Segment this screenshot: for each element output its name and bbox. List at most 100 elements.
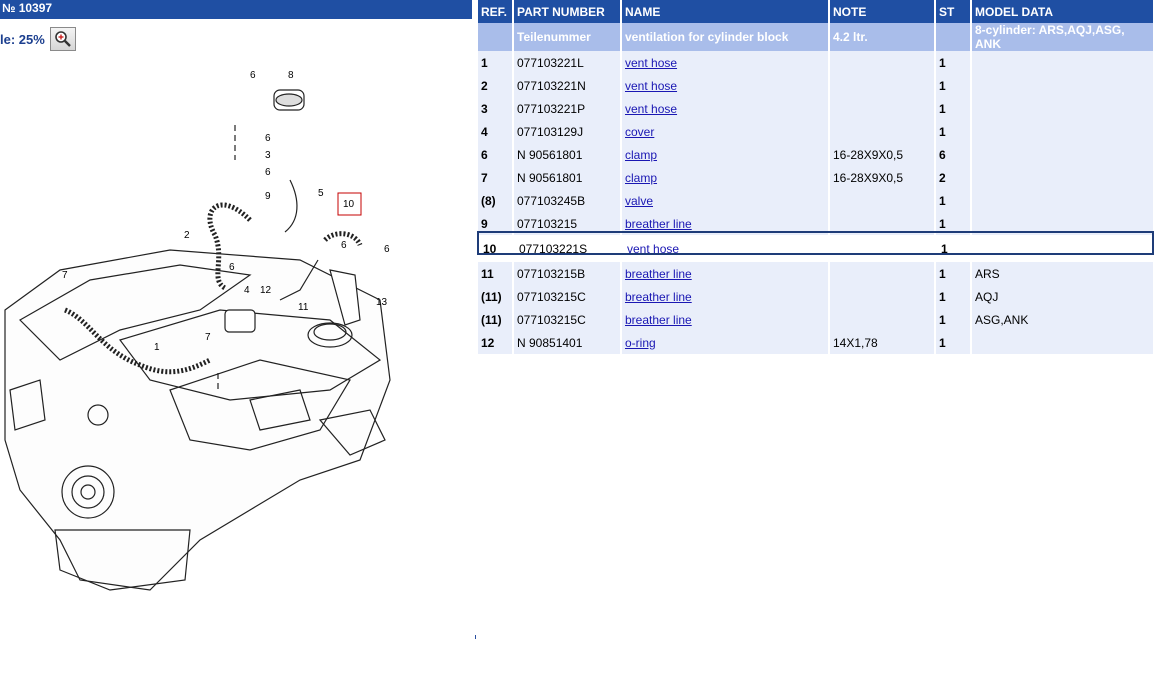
cell-note (830, 212, 934, 235)
cell-note: 16-28X9X0,5 (830, 166, 934, 189)
sub-name: ventilation for cylinder block (622, 23, 828, 51)
table-row[interactable]: (11) 077103215C breather line 1 ASG,ANK (478, 308, 1153, 331)
svg-text:9: 9 (265, 191, 271, 202)
svg-text:2: 2 (184, 230, 190, 241)
svg-text:1: 1 (154, 342, 160, 353)
col-note: NOTE (830, 0, 934, 23)
cell-part: 077103129J (514, 120, 620, 143)
part-name-link[interactable]: clamp (625, 171, 657, 185)
cell-model (972, 212, 1153, 235)
svg-text:12: 12 (260, 285, 272, 296)
table-row[interactable]: 12 N 90851401 o-ring 14X1,78 1 (478, 331, 1153, 354)
cell-name: vent hose (622, 97, 828, 120)
scale-row: le: 25% (0, 26, 76, 52)
cell-model (972, 331, 1153, 354)
table-row[interactable]: 10 077103221S vent hose 1 (478, 235, 1153, 262)
svg-text:6: 6 (341, 240, 347, 251)
col-st: ST (936, 0, 970, 23)
cell-st: 1 (936, 235, 970, 262)
cell-ref: 7 (478, 166, 512, 189)
part-name-link[interactable]: vent hose (625, 56, 677, 70)
cell-name: breather line (622, 212, 828, 235)
cell-ref: 4 (478, 120, 512, 143)
svg-text:13: 13 (376, 297, 388, 308)
cell-name: valve (622, 189, 828, 212)
part-name-link[interactable]: vent hose (625, 79, 677, 93)
table-row[interactable]: 9 077103215 breather line 1 (478, 212, 1153, 235)
cell-model (972, 189, 1153, 212)
cell-part: 077103245B (514, 189, 620, 212)
cell-model (972, 235, 1153, 262)
part-name-link[interactable]: o-ring (625, 336, 656, 350)
svg-text:4: 4 (244, 285, 250, 296)
table-row[interactable]: 2 077103221N vent hose 1 (478, 74, 1153, 97)
cell-name: clamp (622, 166, 828, 189)
cell-note: 14X1,78 (830, 331, 934, 354)
cell-model: ARS (972, 262, 1153, 285)
sub-note: 4.2 ltr. (830, 23, 934, 51)
cell-name: cover (622, 120, 828, 143)
part-name-link[interactable]: breather line (625, 217, 692, 231)
cell-st: 1 (936, 189, 970, 212)
part-name-link[interactable]: breather line (625, 290, 692, 304)
svg-text:5: 5 (318, 188, 324, 199)
col-part-number: PART NUMBER (514, 0, 620, 23)
cell-st: 1 (936, 331, 970, 354)
cell-ref: 1 (478, 51, 512, 74)
cell-ref: 11 (478, 262, 512, 285)
cell-name: breather line (622, 285, 828, 308)
cell-model (972, 97, 1153, 120)
page-title: № 10397 (0, 0, 472, 19)
svg-text:7: 7 (205, 332, 211, 343)
cell-ref: (11) (478, 308, 512, 331)
magnifier-plus-icon (55, 31, 71, 47)
table-subheader-row: Teilenummer ventilation for cylinder blo… (478, 23, 1153, 51)
cell-st: 1 (936, 212, 970, 235)
cell-model: ASG,ANK (972, 308, 1153, 331)
sub-part: Teilenummer (514, 23, 620, 51)
part-name-link[interactable]: breather line (625, 313, 692, 327)
cell-ref: 10 (478, 235, 512, 262)
cell-ref: 9 (478, 212, 512, 235)
table-row[interactable]: 6N 90561801 clamp 16-28X9X0,5 6 (478, 143, 1153, 166)
svg-text:6: 6 (265, 133, 271, 144)
svg-text:6: 6 (250, 70, 256, 81)
zoom-button[interactable] (49, 27, 76, 51)
table-row[interactable]: (8) 077103245B valve 1 (478, 189, 1153, 212)
cell-st: 1 (936, 262, 970, 285)
table-row[interactable]: 3 077103221P vent hose 1 (478, 97, 1153, 120)
table-row[interactable]: 7N 90561801 clamp 16-28X9X0,5 2 (478, 166, 1153, 189)
cell-model (972, 51, 1153, 74)
cell-name: o-ring (622, 331, 828, 354)
cell-note (830, 74, 934, 97)
cell-ref: 12 (478, 331, 512, 354)
cell-st: 1 (936, 51, 970, 74)
cell-note: 16-28X9X0,5 (830, 143, 934, 166)
part-name-link[interactable]: vent hose (625, 102, 677, 116)
cell-part: N 90561801 (514, 166, 620, 189)
table-row[interactable]: 11 077103215B breather line 1 ARS (478, 262, 1153, 285)
svg-text:3: 3 (265, 150, 271, 161)
part-name-link[interactable]: valve (625, 194, 653, 208)
part-name-link[interactable]: cover (625, 125, 654, 139)
table-row[interactable]: 1 077103221L vent hose 1 (478, 51, 1153, 74)
cell-note (830, 308, 934, 331)
part-name-link[interactable]: clamp (625, 148, 657, 162)
part-name-link[interactable]: breather line (625, 267, 692, 281)
svg-text:7: 7 (62, 270, 68, 281)
cell-name: vent hose (622, 235, 828, 262)
table-row[interactable]: 4 077103129J cover 1 (478, 120, 1153, 143)
table-row[interactable]: (11) 077103215C breather line 1 AQJ (478, 285, 1153, 308)
svg-text:6: 6 (384, 244, 390, 255)
cell-part: 077103221N (514, 74, 620, 97)
col-model-data: MODEL DATA (972, 0, 1153, 23)
part-name-link[interactable]: vent hose (627, 242, 679, 256)
svg-text:6: 6 (265, 167, 271, 178)
cell-part: 077103221S (514, 235, 620, 262)
svg-text:6: 6 (229, 262, 235, 273)
cell-ref: 6 (478, 143, 512, 166)
cell-note (830, 189, 934, 212)
cell-ref: (8) (478, 189, 512, 212)
svg-text:11: 11 (298, 302, 309, 313)
cell-ref: 3 (478, 97, 512, 120)
